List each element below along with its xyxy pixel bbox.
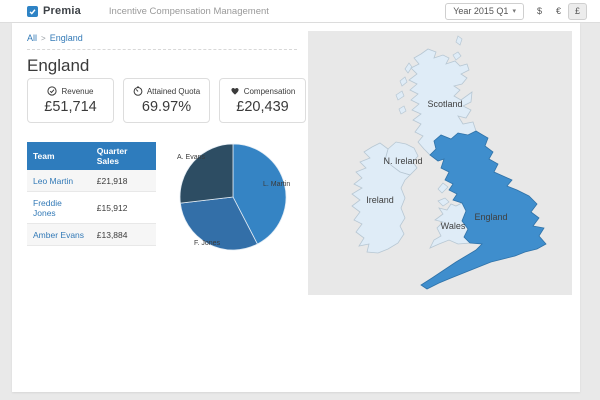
breadcrumb-england-link[interactable]: England (50, 33, 83, 43)
attained-quota-card: Attained Quota 69.97% (123, 78, 210, 123)
attained-quota-value: 69.97% (141, 99, 192, 115)
check-circle-icon (47, 86, 58, 96)
chevron-down-icon: ▾ (512, 8, 516, 15)
uk-map-panel: Scotland N. Ireland Ireland Wales Englan… (308, 31, 572, 295)
currency-dollar-button[interactable]: $ (530, 3, 549, 20)
hebrides-islet (399, 76, 408, 87)
premia-logo-icon (27, 5, 38, 17)
map-label-england: England (474, 212, 507, 222)
team-column-header: Team (27, 142, 91, 170)
team-member-link[interactable]: Freddie Jones (33, 198, 62, 218)
table-row: Amber Evans £13,884 (27, 223, 156, 246)
team-member-link[interactable]: Leo Martin (33, 176, 73, 186)
hebrides-islet (398, 105, 407, 115)
currency-pound-button[interactable]: £ (567, 2, 587, 20)
quarter-sales-value: £21,918 (90, 170, 156, 192)
table-row: Freddie Jones £15,912 (27, 191, 156, 224)
quarter-sales-value: £13,884 (90, 223, 156, 246)
heart-icon (230, 86, 240, 96)
stats-row: Revenue £51,714 Attained Quota 69.97% Co… (27, 78, 306, 123)
compensation-value: £20,439 (236, 99, 289, 115)
compensation-label: Compensation (243, 86, 296, 96)
breadcrumb-all-link[interactable]: All (27, 33, 37, 43)
navbar-controls: Year 2015 Q1 ▾ $ € £ (445, 2, 587, 20)
pie-label-a-evans: A. Evans (177, 154, 206, 161)
breadcrumb-divider (27, 49, 297, 50)
top-navbar: Premia Incentive Compensation Management… (0, 0, 600, 23)
brand-name[interactable]: Premia (43, 5, 81, 17)
shetland-islands (455, 35, 463, 46)
revenue-label: Revenue (61, 86, 94, 96)
map-region-england[interactable] (420, 130, 547, 290)
period-dropdown[interactable]: Year 2015 Q1 ▾ (445, 2, 524, 20)
currency-toggle-group: $ € £ (530, 2, 587, 20)
pie-label-f-jones: F. Jones (194, 240, 221, 247)
table-row: Leo Martin £21,918 (27, 170, 156, 192)
map-label-scotland: Scotland (427, 99, 462, 109)
dashboard-page: { "navbar": { "brand": "Premia", "app_ti… (0, 0, 600, 400)
quarter-sales-value: £15,912 (90, 191, 156, 224)
map-label-ireland: Ireland (366, 195, 394, 205)
uk-choropleth-map: Scotland N. Ireland Ireland Wales Englan… (351, 35, 547, 290)
team-sales-table: Team Quarter Sales Leo Martin £21,918 Fr… (27, 142, 156, 246)
main-content-card: All > England England Revenue £51,714 Atta… (12, 23, 580, 392)
attained-quota-label: Attained Quota (146, 86, 201, 96)
app-title: Incentive Compensation Management (108, 5, 269, 17)
table-header-row: Team Quarter Sales (27, 142, 156, 170)
gauge-icon (133, 86, 143, 96)
pie-slice-a-evans[interactable] (179, 143, 234, 204)
map-label-wales: Wales (441, 221, 466, 231)
hebrides-islet (395, 90, 405, 101)
revenue-card: Revenue £51,714 (27, 78, 114, 123)
breadcrumb: All > England (27, 33, 83, 43)
team-member-link[interactable]: Amber Evans (33, 230, 84, 240)
map-label-n-ireland: N. Ireland (383, 156, 422, 166)
quarter-sales-column-header: Quarter Sales (90, 142, 156, 170)
period-dropdown-label: Year 2015 Q1 (453, 6, 509, 16)
currency-euro-button[interactable]: € (549, 3, 568, 20)
orkney-islands (452, 51, 462, 61)
breadcrumb-separator: > (41, 34, 46, 43)
compensation-card: Compensation £20,439 (219, 78, 306, 123)
revenue-value: £51,714 (44, 99, 97, 115)
isle-of-man (437, 182, 449, 194)
page-title: England (27, 56, 90, 75)
anglesey (437, 197, 450, 207)
pie-label-l-martin: L. Martin (263, 181, 291, 188)
